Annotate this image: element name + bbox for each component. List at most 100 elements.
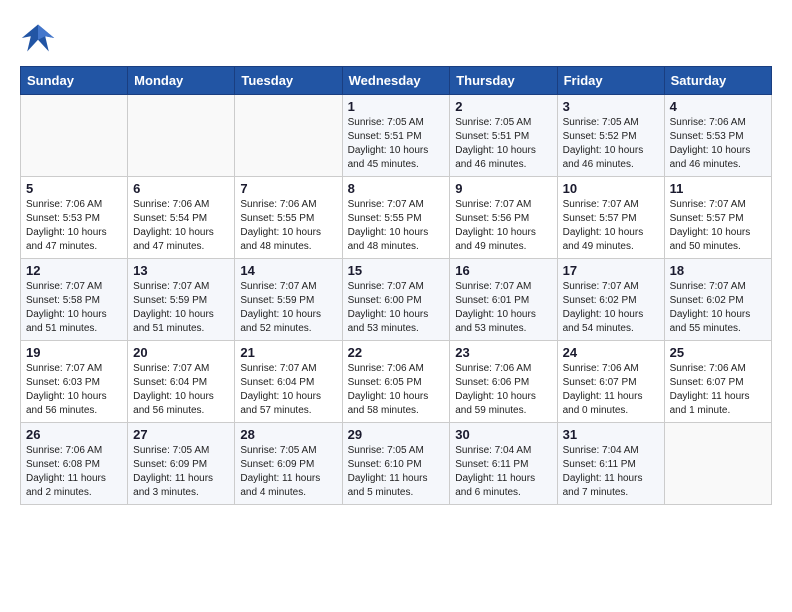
day-cell (128, 95, 235, 177)
day-info: Sunrise: 7:07 AM Sunset: 5:55 PM Dayligh… (348, 198, 445, 254)
day-cell: 26 Sunrise: 7:06 AM Sunset: 6:08 PM Dayli… (21, 423, 128, 505)
day-info: Sunrise: 7:06 AM Sunset: 6:08 PM Dayligh… (26, 444, 122, 500)
day-cell: 17 Sunrise: 7:07 AM Sunset: 6:02 PM Dayli… (557, 259, 664, 341)
day-number: 5 (26, 181, 122, 196)
day-number: 8 (348, 181, 445, 196)
day-cell: 20Sunrise: 7:07 AM Sunset: 6:04 PM Dayli… (128, 341, 235, 423)
day-number: 15 (348, 263, 445, 278)
calendar-header: SundayMondayTuesdayWednesdayThursdayFrid… (21, 67, 772, 95)
day-number: 20 (133, 345, 229, 360)
day-cell: 21 Sunrise: 7:07 AM Sunset: 6:04 PM Dayli… (235, 341, 342, 423)
day-number: 2 (455, 99, 551, 114)
day-cell: 4Sunrise: 7:06 AM Sunset: 5:53 PM Daylig… (664, 95, 771, 177)
day-number: 22 (348, 345, 445, 360)
day-info: Sunrise: 7:06 AM Sunset: 5:55 PM Dayligh… (240, 198, 336, 254)
day-cell: 29 Sunrise: 7:05 AM Sunset: 6:10 PM Dayli… (342, 423, 450, 505)
weekday-header-tuesday: Tuesday (235, 67, 342, 95)
day-info: Sunrise: 7:07 AM Sunset: 6:02 PM Dayligh… (563, 280, 659, 336)
day-info: Sunrise: 7:07 AM Sunset: 6:04 PM Dayligh… (240, 362, 336, 418)
day-number: 1 (348, 99, 445, 114)
day-info: Sunrise: 7:06 AM Sunset: 6:07 PM Dayligh… (563, 362, 659, 418)
day-number: 24 (563, 345, 659, 360)
day-number: 25 (670, 345, 766, 360)
weekday-header-row: SundayMondayTuesdayWednesdayThursdayFrid… (21, 67, 772, 95)
day-number: 12 (26, 263, 122, 278)
day-cell: 27Sunrise: 7:05 AM Sunset: 6:09 PM Dayli… (128, 423, 235, 505)
day-cell: 12 Sunrise: 7:07 AM Sunset: 5:58 PM Dayli… (21, 259, 128, 341)
day-cell: 31 Sunrise: 7:04 AM Sunset: 6:11 PM Dayli… (557, 423, 664, 505)
day-number: 11 (670, 181, 766, 196)
day-number: 30 (455, 427, 551, 442)
day-cell: 19 Sunrise: 7:07 AM Sunset: 6:03 PM Dayli… (21, 341, 128, 423)
day-cell: 3 Sunrise: 7:05 AM Sunset: 5:52 PM Daylig… (557, 95, 664, 177)
day-number: 18 (670, 263, 766, 278)
day-info: Sunrise: 7:07 AM Sunset: 5:57 PM Dayligh… (563, 198, 659, 254)
day-number: 21 (240, 345, 336, 360)
day-cell: 10 Sunrise: 7:07 AM Sunset: 5:57 PM Dayli… (557, 177, 664, 259)
day-cell: 15 Sunrise: 7:07 AM Sunset: 6:00 PM Dayli… (342, 259, 450, 341)
day-info: Sunrise: 7:05 AM Sunset: 5:51 PM Dayligh… (455, 116, 551, 172)
day-info: Sunrise: 7:05 AM Sunset: 5:52 PM Dayligh… (563, 116, 659, 172)
day-cell: 16 Sunrise: 7:07 AM Sunset: 6:01 PM Dayli… (450, 259, 557, 341)
day-cell: 24 Sunrise: 7:06 AM Sunset: 6:07 PM Dayli… (557, 341, 664, 423)
day-info: Sunrise: 7:07 AM Sunset: 6:00 PM Dayligh… (348, 280, 445, 336)
day-number: 4 (670, 99, 766, 114)
weekday-header-thursday: Thursday (450, 67, 557, 95)
day-info: Sunrise: 7:05 AM Sunset: 6:09 PM Dayligh… (133, 444, 229, 500)
day-cell: 25Sunrise: 7:06 AM Sunset: 6:07 PM Dayli… (664, 341, 771, 423)
day-cell: 30Sunrise: 7:04 AM Sunset: 6:11 PM Dayli… (450, 423, 557, 505)
day-number: 17 (563, 263, 659, 278)
day-number: 7 (240, 181, 336, 196)
day-cell (235, 95, 342, 177)
day-number: 26 (26, 427, 122, 442)
day-cell (664, 423, 771, 505)
weekday-header-saturday: Saturday (664, 67, 771, 95)
day-info: Sunrise: 7:06 AM Sunset: 6:05 PM Dayligh… (348, 362, 445, 418)
day-info: Sunrise: 7:07 AM Sunset: 5:56 PM Dayligh… (455, 198, 551, 254)
day-cell: 5 Sunrise: 7:06 AM Sunset: 5:53 PM Daylig… (21, 177, 128, 259)
day-number: 9 (455, 181, 551, 196)
day-number: 3 (563, 99, 659, 114)
weekday-header-sunday: Sunday (21, 67, 128, 95)
week-row-2: 5 Sunrise: 7:06 AM Sunset: 5:53 PM Daylig… (21, 177, 772, 259)
day-number: 10 (563, 181, 659, 196)
logo (20, 20, 60, 56)
day-cell: 11 Sunrise: 7:07 AM Sunset: 5:57 PM Dayli… (664, 177, 771, 259)
day-number: 23 (455, 345, 551, 360)
day-info: Sunrise: 7:06 AM Sunset: 5:54 PM Dayligh… (133, 198, 229, 254)
day-cell: 28 Sunrise: 7:05 AM Sunset: 6:09 PM Dayli… (235, 423, 342, 505)
day-cell: 1 Sunrise: 7:05 AM Sunset: 5:51 PM Daylig… (342, 95, 450, 177)
day-number: 6 (133, 181, 229, 196)
day-cell: 6 Sunrise: 7:06 AM Sunset: 5:54 PM Daylig… (128, 177, 235, 259)
day-cell: 7 Sunrise: 7:06 AM Sunset: 5:55 PM Daylig… (235, 177, 342, 259)
day-info: Sunrise: 7:07 AM Sunset: 5:58 PM Dayligh… (26, 280, 122, 336)
day-cell: 2 Sunrise: 7:05 AM Sunset: 5:51 PM Daylig… (450, 95, 557, 177)
page-header (20, 20, 772, 56)
logo-icon (20, 20, 56, 56)
day-info: Sunrise: 7:04 AM Sunset: 6:11 PM Dayligh… (563, 444, 659, 500)
day-info: Sunrise: 7:05 AM Sunset: 5:51 PM Dayligh… (348, 116, 445, 172)
day-cell: 14Sunrise: 7:07 AM Sunset: 5:59 PM Dayli… (235, 259, 342, 341)
day-cell: 22 Sunrise: 7:06 AM Sunset: 6:05 PM Dayli… (342, 341, 450, 423)
day-number: 28 (240, 427, 336, 442)
day-cell: 18 Sunrise: 7:07 AM Sunset: 6:02 PM Dayli… (664, 259, 771, 341)
day-number: 29 (348, 427, 445, 442)
day-cell: 8 Sunrise: 7:07 AM Sunset: 5:55 PM Daylig… (342, 177, 450, 259)
day-number: 19 (26, 345, 122, 360)
day-number: 13 (133, 263, 229, 278)
calendar-body: 1 Sunrise: 7:05 AM Sunset: 5:51 PM Daylig… (21, 95, 772, 505)
day-cell: 9 Sunrise: 7:07 AM Sunset: 5:56 PM Daylig… (450, 177, 557, 259)
day-info: Sunrise: 7:07 AM Sunset: 6:02 PM Dayligh… (670, 280, 766, 336)
week-row-5: 26 Sunrise: 7:06 AM Sunset: 6:08 PM Dayli… (21, 423, 772, 505)
day-info: Sunrise: 7:07 AM Sunset: 5:57 PM Dayligh… (670, 198, 766, 254)
day-info: Sunrise: 7:07 AM Sunset: 6:03 PM Dayligh… (26, 362, 122, 418)
day-info: Sunrise: 7:06 AM Sunset: 5:53 PM Dayligh… (26, 198, 122, 254)
day-info: Sunrise: 7:05 AM Sunset: 6:09 PM Dayligh… (240, 444, 336, 500)
day-cell: 23Sunrise: 7:06 AM Sunset: 6:06 PM Dayli… (450, 341, 557, 423)
day-info: Sunrise: 7:07 AM Sunset: 5:59 PM Dayligh… (240, 280, 336, 336)
day-info: Sunrise: 7:05 AM Sunset: 6:10 PM Dayligh… (348, 444, 445, 500)
week-row-4: 19 Sunrise: 7:07 AM Sunset: 6:03 PM Dayli… (21, 341, 772, 423)
day-info: Sunrise: 7:07 AM Sunset: 6:01 PM Dayligh… (455, 280, 551, 336)
day-number: 31 (563, 427, 659, 442)
day-number: 16 (455, 263, 551, 278)
